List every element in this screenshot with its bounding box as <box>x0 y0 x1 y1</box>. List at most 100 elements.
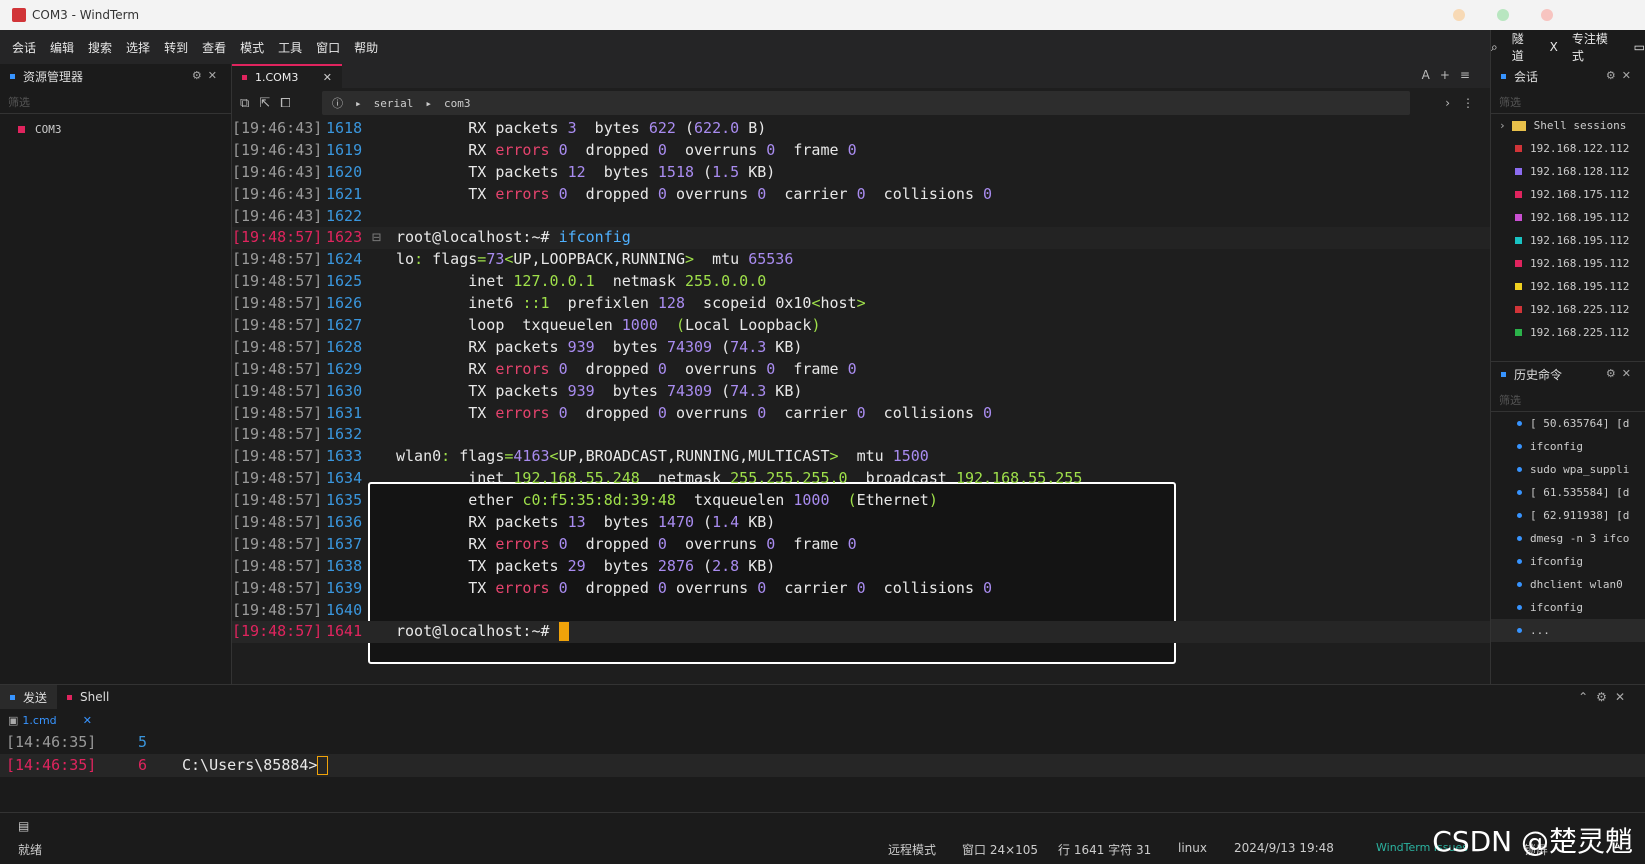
tunnel-button[interactable]: 隧道 <box>1512 30 1536 64</box>
subtab-cmd[interactable]: ▣ 1.cmd ✕ <box>0 709 100 731</box>
history-item[interactable]: sudo wpa_suppli <box>1491 458 1645 481</box>
line-timestamp: [19:48:57] <box>232 425 323 444</box>
session-item[interactable]: 192.168.175.112 <box>1491 183 1645 206</box>
history-item[interactable]: dmesg -n 3 ifco <box>1491 527 1645 550</box>
terminal-line[interactable]: [19:48:57] 1634 inet 192.168.55.248 netma… <box>232 468 1490 490</box>
history-filter-input[interactable]: 筛选 <box>1491 386 1645 412</box>
session-item[interactable]: 192.168.225.112 <box>1491 321 1645 344</box>
menu-mode[interactable]: 模式 <box>240 39 264 56</box>
clipboard-icon[interactable]: ▤ <box>18 819 29 833</box>
menu-help[interactable]: 帮助 <box>354 39 378 56</box>
menu-window[interactable]: 窗口 <box>316 39 340 56</box>
address-part-port[interactable]: com3 <box>444 97 471 110</box>
menu-view[interactable]: 查看 <box>202 39 226 56</box>
terminal-line[interactable]: [19:48:57] 1639 TX errors 0 dropped 0 ove… <box>232 578 1490 600</box>
tab-send[interactable]: 发送 <box>0 685 58 709</box>
explorer-item-com3[interactable]: COM3 <box>0 118 231 140</box>
sessions-filter-input[interactable]: 筛选 <box>1491 88 1645 114</box>
terminal-line[interactable]: [19:46:43] 1622 <box>232 206 1490 228</box>
status-window-size[interactable]: 窗口 24×105 <box>962 841 1038 858</box>
session-item[interactable]: 192.168.195.112 <box>1491 252 1645 275</box>
terminal-line[interactable]: [19:48:57] 1640 <box>232 600 1490 622</box>
terminal-line[interactable]: [19:46:43] 1621 TX errors 0 dropped 0 ove… <box>232 184 1490 206</box>
layout-icon[interactable]: ▭ <box>1634 40 1645 54</box>
maximize-button[interactable] <box>1497 9 1509 21</box>
menu-tools[interactable]: 工具 <box>278 39 302 56</box>
menu-session[interactable]: 会话 <box>12 39 36 56</box>
fold-icon[interactable]: ⊟ <box>372 227 381 249</box>
terminal-line[interactable]: [19:46:43] 1619 RX errors 0 dropped 0 ove… <box>232 140 1490 162</box>
terminal-line[interactable]: [19:48:57] 1635 ether c0:f5:35:8d:39:48 t… <box>232 490 1490 512</box>
history-item[interactable]: ... <box>1491 619 1645 642</box>
history-item[interactable]: [ 50.635764] [d <box>1491 412 1645 435</box>
terminal-line[interactable]: [19:48:57] 1637 RX errors 0 dropped 0 ove… <box>232 534 1490 556</box>
explorer-filter-input[interactable]: 筛选 <box>0 88 231 114</box>
session-item[interactable]: 192.168.195.112 <box>1491 275 1645 298</box>
session-item[interactable]: 192.168.128.112 <box>1491 160 1645 183</box>
terminal-line[interactable]: [19:48:57] 1633 wlan0: flags=4163<UP,BROAD… <box>232 446 1490 468</box>
sessions-scroll[interactable] <box>1491 344 1645 362</box>
bottom-controls[interactable]: ⌃⚙✕ <box>1578 690 1633 704</box>
explorer-controls[interactable]: ⚙✕ <box>192 69 223 82</box>
tab-close-icon[interactable]: ✕ <box>323 71 332 84</box>
tab-shell[interactable]: Shell <box>57 685 119 709</box>
session-item[interactable]: 192.168.122.112 <box>1491 137 1645 160</box>
tab-com3[interactable]: 1.COM3 ✕ <box>232 64 342 88</box>
history-item[interactable]: ifconfig <box>1491 435 1645 458</box>
terminal-line[interactable]: [19:48:57] 1623 ⊟ root@localhost:~# ifconfi… <box>232 227 1490 250</box>
terminal-line[interactable]: [19:48:57] 1636 RX packets 13 bytes 1470 … <box>232 512 1490 534</box>
bullet-icon <box>1517 421 1522 426</box>
new-session-icon[interactable]: ⧉ <box>240 96 249 111</box>
tabbar-controls[interactable]: A+≡ <box>1422 68 1480 82</box>
terminal-line[interactable]: [19:48:57] 1628 RX packets 939 bytes 7430… <box>232 337 1490 359</box>
address-bar[interactable]: ⓘ ▸ serial ▸ com3 <box>322 91 1410 115</box>
history-item[interactable]: dhclient wlan0 <box>1491 573 1645 596</box>
terminal-line[interactable]: [19:48:57] 1626 inet6 ::1 prefixlen 128 s… <box>232 293 1490 315</box>
cmd-output[interactable]: [14:46:35] 5 [14:46:35] 6 C:\Users\85884> <box>0 731 1645 777</box>
menu-search[interactable]: 搜索 <box>88 39 112 56</box>
split-icon[interactable]: ⇱ <box>259 96 270 111</box>
status-position[interactable]: 行 1641 字符 31 <box>1058 841 1151 858</box>
duplicate-icon[interactable]: ⧠ <box>280 96 290 111</box>
line-timestamp: [19:46:43] <box>232 162 323 181</box>
more-icon[interactable]: ⋮ <box>1462 96 1474 110</box>
subtab-close-icon[interactable]: ✕ <box>83 714 92 727</box>
terminal-line[interactable]: [19:48:57] 1624 lo: flags=73<UP,LOOPBACK,R… <box>232 249 1490 271</box>
history-item[interactable]: [ 62.911938] [d <box>1491 504 1645 527</box>
close-button[interactable] <box>1541 9 1553 21</box>
menu-goto[interactable]: 转到 <box>164 39 188 56</box>
terminal-line[interactable]: [19:46:43] 1620 TX packets 12 bytes 1518 … <box>232 162 1490 184</box>
terminal-line[interactable]: [19:48:57] 1632 <box>232 424 1490 446</box>
status-remote-mode[interactable]: 远程模式 <box>888 841 936 858</box>
session-item[interactable]: 192.168.195.112 <box>1491 206 1645 229</box>
focus-mode-button[interactable]: 专注模式 <box>1572 30 1620 64</box>
menu-select[interactable]: 选择 <box>126 39 150 56</box>
search-icon[interactable]: ⌕ <box>1491 40 1498 55</box>
menu-edit[interactable]: 编辑 <box>50 39 74 56</box>
terminal-output[interactable]: [19:46:43] 1618 RX packets 3 bytes 622 (6… <box>232 118 1490 684</box>
minimize-button[interactable] <box>1453 9 1465 21</box>
session-item[interactable]: 192.168.225.112 <box>1491 298 1645 321</box>
cmd-line[interactable]: [14:46:35] 5 <box>0 731 1645 754</box>
terminal-line[interactable]: [19:48:57] 1630 TX packets 939 bytes 7430… <box>232 381 1490 403</box>
terminal-line[interactable]: [19:48:57] 1627 loop txqueuelen 1000 (Loc… <box>232 315 1490 337</box>
terminal-line[interactable]: [19:48:57] 1631 TX errors 0 dropped 0 ove… <box>232 403 1490 425</box>
chevron-right-icon[interactable]: › <box>1445 96 1450 110</box>
session-item[interactable]: 192.168.195.112 <box>1491 229 1645 252</box>
line-number: 1634 <box>326 469 363 488</box>
terminal-line[interactable]: [19:48:57] 1638 TX packets 29 bytes 2876 … <box>232 556 1490 578</box>
history-item[interactable]: ifconfig <box>1491 550 1645 573</box>
status-os[interactable]: linux <box>1178 841 1207 855</box>
cmd-line[interactable]: [14:46:35] 6 C:\Users\85884> <box>0 754 1645 777</box>
terminal-line[interactable]: [19:46:43] 1618 RX packets 3 bytes 622 (6… <box>232 118 1490 140</box>
address-part-protocol[interactable]: serial <box>374 97 414 110</box>
history-controls[interactable]: ⚙✕ <box>1606 367 1637 380</box>
terminal-line[interactable]: [19:48:57] 1625 inet 127.0.0.1 netmask 25… <box>232 271 1490 293</box>
sessions-controls[interactable]: ⚙✕ <box>1606 69 1637 82</box>
history-item[interactable]: ifconfig <box>1491 596 1645 619</box>
x-button[interactable]: X <box>1550 40 1558 54</box>
terminal-line[interactable]: [19:48:57] 1641 root@localhost:~# <box>232 621 1490 644</box>
terminal-line[interactable]: [19:48:57] 1629 RX errors 0 dropped 0 ove… <box>232 359 1490 381</box>
history-item[interactable]: [ 61.535584] [d <box>1491 481 1645 504</box>
folder-shell-sessions[interactable]: › Shell sessions <box>1491 114 1645 137</box>
